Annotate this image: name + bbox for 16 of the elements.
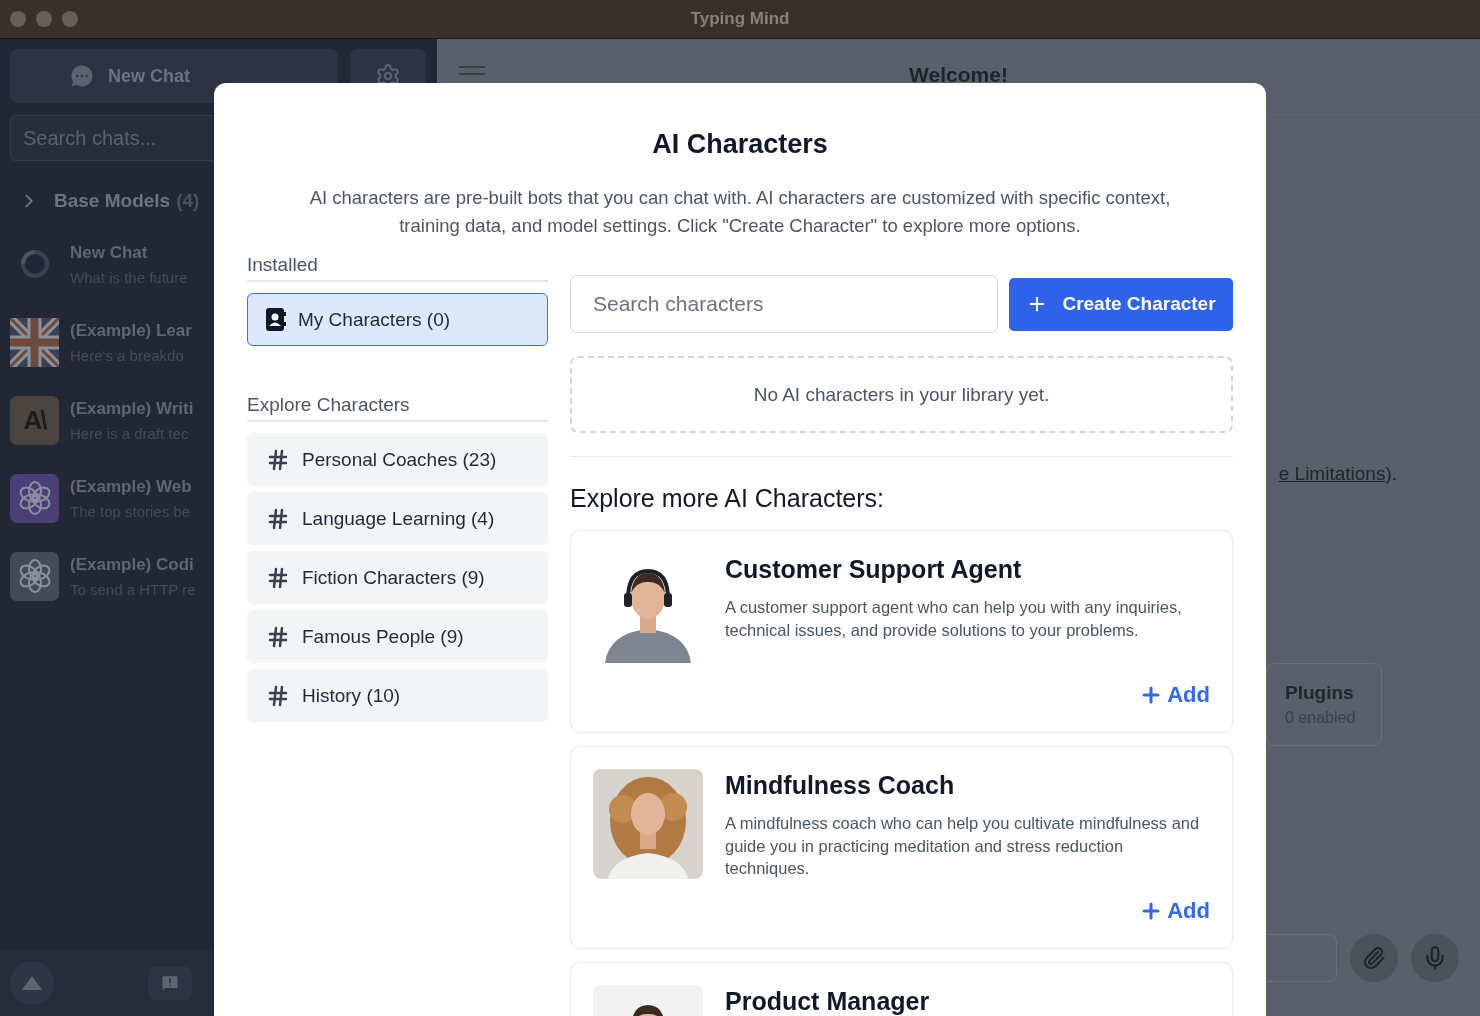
page-title: Welcome! [909,63,1008,88]
dialog-title: AI Characters [651,129,829,160]
character-name: Mindfulness Coach [725,771,956,800]
empty-message: No AI characters in your library yet. [753,383,1050,406]
section-label: Explore Characters [247,394,410,415]
window-title: Typing Mind [690,9,790,29]
section-label: Installed [247,254,318,275]
group-label: Base Models [54,190,171,212]
character-description: A customer support agent who can help you with any inquiries, technical issues, and provide solutions to your problems. [725,597,1183,641]
plugins-label: Plugins [1285,682,1355,704]
character-description: A mindfulness coach who can help you cultivate mindfulness and guide you in practicing meditation and stress reduction techniques. [725,813,1201,879]
character-name: Customer Support Agent [725,555,1023,584]
section-heading: Explore more AI Characters: [570,484,885,513]
sentence-end: ). [1385,463,1397,485]
dialog-description: AI characters are pre-built bots that you can chat with. AI characters are customized with specific context, training data, and model settings. Click "Create Character" to explore more options. [308,186,1172,238]
character-name: Product Manager [725,987,931,1016]
